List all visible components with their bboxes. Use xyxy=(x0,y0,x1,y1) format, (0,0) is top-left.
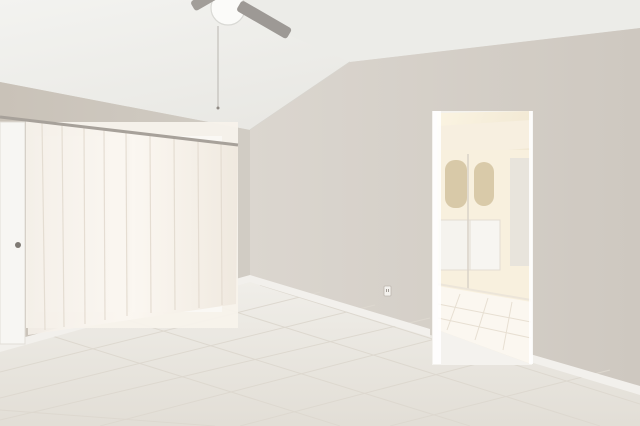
open-doorway[interactable] xyxy=(432,111,533,365)
left-door[interactable] xyxy=(0,121,26,345)
sheer-curtains xyxy=(0,115,239,335)
room-photo xyxy=(0,0,640,426)
wall-outlet xyxy=(383,285,392,297)
